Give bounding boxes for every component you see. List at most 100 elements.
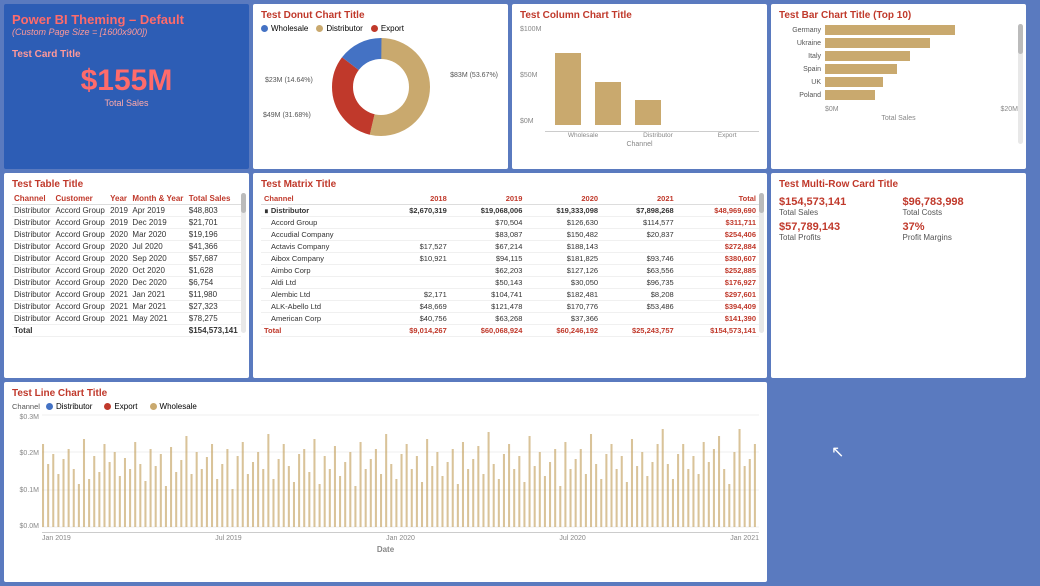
matrix-row-name: Accord Group [261, 217, 381, 229]
bar-row-italy: Italy [779, 51, 1018, 61]
matrix-cell [381, 265, 450, 277]
line-chart-svg [42, 414, 759, 529]
matrix-cell: $141,390 [677, 313, 759, 325]
legend-label-export-line: Export [114, 402, 137, 411]
table-cell: 2019 [108, 217, 130, 229]
matrix-cell: $19,333,098 [525, 205, 601, 217]
legend-export-line: Export [104, 402, 137, 411]
test-card-title: Test Card Title [12, 49, 241, 60]
scrollbar-thumb[interactable] [1018, 24, 1023, 54]
y-axis: $100M $50M $0M [520, 24, 541, 139]
legend-label-wholesale: Wholesale [271, 24, 308, 33]
matrix-total-2020: $60,246,192 [525, 325, 601, 337]
x-label-export: Export [718, 132, 737, 139]
bar-group-wholesale [555, 53, 581, 125]
metric-label-total-costs: Total Costs [903, 208, 1019, 217]
title-card: Power BI Theming – Default (Custom Page … [4, 4, 249, 169]
mth-total: Total [677, 193, 759, 205]
bar-chart-body: Germany Ukraine Italy Spain UK [779, 25, 1018, 103]
table-scrollbar-thumb[interactable] [241, 193, 246, 213]
scrollbar-track[interactable] [1018, 24, 1023, 144]
matrix-scrollbar-track[interactable] [759, 193, 764, 333]
table-cell: Dec 2020 [130, 277, 186, 289]
matrix-table: Channel 2018 2019 2020 2021 Total ∎ Dist… [261, 193, 759, 337]
table-row: DistributorAccord Group2019Apr 2019$48,8… [12, 205, 241, 217]
matrix-cell: $254,406 [677, 229, 759, 241]
table-row: DistributorAccord Group2020Oct 2020$1,62… [12, 265, 241, 277]
matrix-cell: $17,527 [381, 241, 450, 253]
main-title: Power BI Theming – Default [12, 12, 241, 27]
matrix-row-name: Aldi Ltd [261, 277, 381, 289]
matrix-cell: $50,143 [450, 277, 526, 289]
matrix-cell: $48,969,690 [677, 205, 759, 217]
table-cell: Accord Group [53, 241, 108, 253]
th-year: Year [108, 193, 130, 205]
table-title: Test Table Title [12, 179, 241, 190]
matrix-cell [381, 277, 450, 289]
matrix-cell: $121,478 [450, 301, 526, 313]
y-tick-00m: $0.0M [20, 523, 39, 530]
matrix-row-name: Alembic Ltd [261, 289, 381, 301]
bar-country-spain: Spain [779, 66, 821, 73]
table-cell: 2020 [108, 229, 130, 241]
matrix-scrollbar-thumb[interactable] [759, 193, 764, 213]
test-card-subtitle: Total Sales [12, 98, 241, 108]
table-cell: 2021 [108, 313, 130, 325]
matrix-cell: $114,577 [601, 217, 677, 229]
table-scrollbar-track[interactable] [241, 193, 246, 333]
table-cell: Distributor [12, 313, 53, 325]
table-cell: Accord Group [53, 205, 108, 217]
bar-x-axis-title: Total Sales [779, 115, 1018, 122]
x-tick-jul2019: Jul 2019 [215, 535, 241, 542]
matrix-group-row: ∎ Distributor$2,670,319$19,068,006$19,33… [261, 205, 759, 217]
metrics-grid: $154,573,141 Total Sales $96,783,998 Tot… [779, 196, 1018, 242]
metric-label-total-profits: Total Profits [779, 233, 895, 242]
test-card-value: $155M [12, 64, 241, 98]
matrix-cell: $19,068,006 [450, 205, 526, 217]
matrix-cell: $182,481 [525, 289, 601, 301]
table-cell: Accord Group [53, 313, 108, 325]
table-container: Channel Customer Year Month & Year Total… [12, 193, 241, 337]
matrix-cell: $10,921 [381, 253, 450, 265]
bar-export [635, 100, 661, 125]
column-x-axis-title: Channel [520, 141, 759, 148]
table-cell: Accord Group [53, 289, 108, 301]
metric-total-costs: $96,783,998 Total Costs [903, 196, 1019, 217]
legend-dot-export-line [104, 403, 111, 410]
table-cell: Accord Group [53, 229, 108, 241]
x-tick-jan2021: Jan 2021 [730, 535, 759, 542]
y-tick-01m: $0.1M [20, 487, 39, 494]
table-cell: Distributor [12, 205, 53, 217]
metric-profit-margins: 37% Profit Margins [903, 221, 1019, 242]
matrix-total-2019: $60,068,924 [450, 325, 526, 337]
bar-fill-ukraine [825, 38, 930, 48]
table-row: DistributorAccord Group2019Dec 2019$21,7… [12, 217, 241, 229]
donut-chart-card: Test Donut Chart Title Wholesale Distrib… [253, 4, 508, 169]
table-cell: Distributor [12, 265, 53, 277]
bar-wholesale [555, 53, 581, 125]
line-x-tick-labels: Jan 2019 Jul 2019 Jan 2020 Jul 2020 Jan … [42, 535, 759, 542]
matrix-total-2021: $25,243,757 [601, 325, 677, 337]
metric-value-total-sales: $154,573,141 [779, 196, 895, 208]
y-tick-50m: $50M [520, 72, 541, 79]
bar-distributor [595, 82, 621, 125]
bar-fill-poland [825, 90, 875, 100]
segment-label-red: $49M (31.68%) [263, 112, 311, 119]
matrix-cell: $63,268 [450, 313, 526, 325]
matrix-cell: $380,607 [677, 253, 759, 265]
y-tick-100m: $100M [520, 26, 541, 33]
table-row: DistributorAccord Group2020Jul 2020$41,3… [12, 241, 241, 253]
donut-container: $23M (14.64%) $49M (31.68%) $83M (53.67%… [261, 37, 500, 137]
dashboard: Power BI Theming – Default (Custom Page … [0, 0, 1040, 586]
legend-label-wholesale-line: Wholesale [160, 402, 197, 411]
matrix-cell: $127,126 [525, 265, 601, 277]
matrix-total-row: Total $9,014,267 $60,068,924 $60,246,192… [261, 325, 759, 337]
matrix-cell: $63,556 [601, 265, 677, 277]
table-cell: $1,628 [187, 265, 241, 277]
metric-value-total-costs: $96,783,998 [903, 196, 1019, 208]
donut-svg [326, 32, 436, 142]
matrix-cell [381, 229, 450, 241]
x-axis-labels: Wholesale Distributor Export [545, 131, 759, 139]
table-cell: $11,980 [187, 289, 241, 301]
x-tick-jan2019: Jan 2019 [42, 535, 71, 542]
